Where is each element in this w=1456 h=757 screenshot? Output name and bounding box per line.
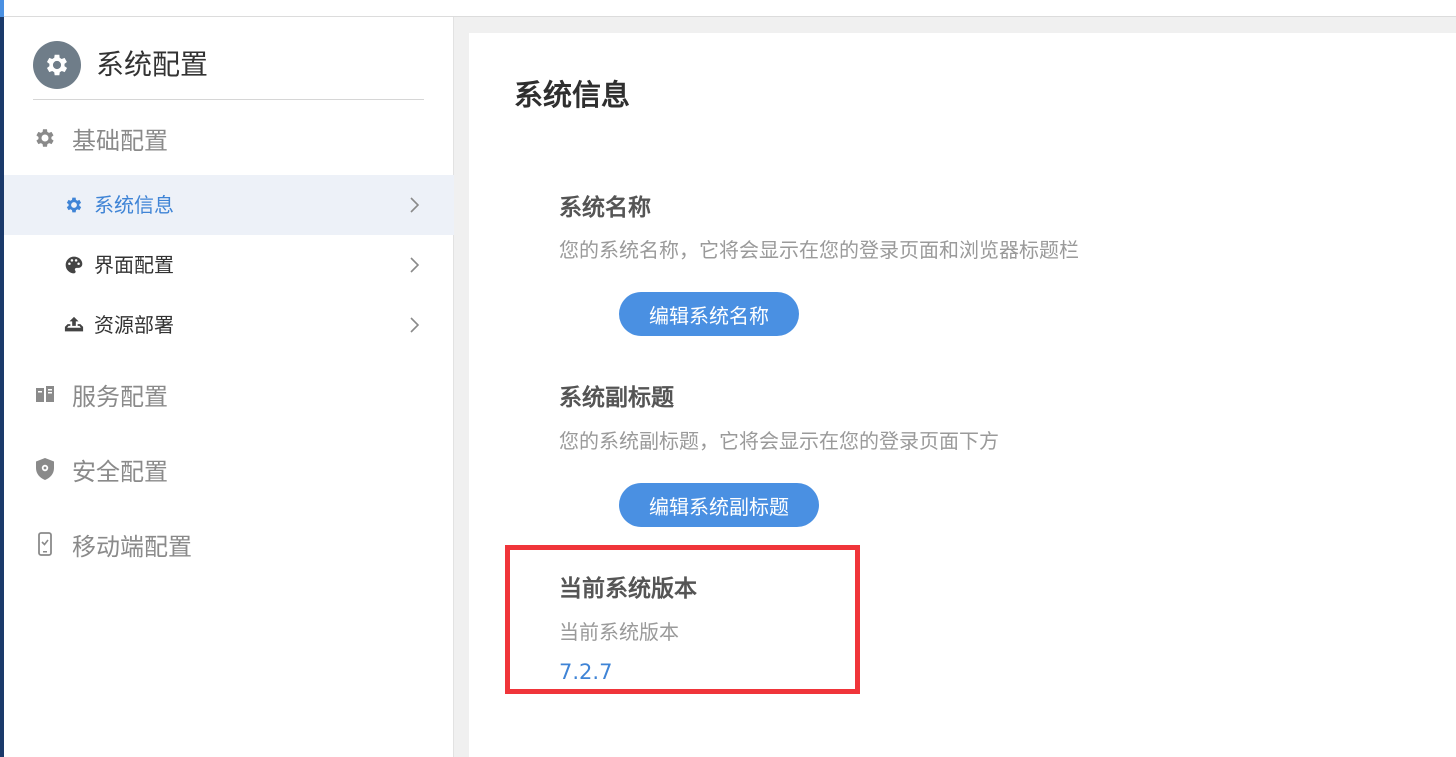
sidebar-item-ui-config[interactable]: 界面配置 bbox=[4, 235, 454, 295]
sidebar-title: 系统配置 bbox=[96, 48, 209, 81]
sidebar-group-label: 服务配置 bbox=[72, 382, 168, 411]
palette-icon bbox=[62, 254, 86, 276]
top-bar bbox=[0, 0, 1456, 17]
chevron-right-icon bbox=[410, 257, 420, 273]
edit-system-subtitle-button[interactable]: 编辑系统副标题 bbox=[619, 483, 819, 527]
edit-system-name-button[interactable]: 编辑系统名称 bbox=[619, 292, 799, 336]
section-title-subtitle: 系统副标题 bbox=[559, 385, 674, 411]
sidebar-group-security[interactable]: 安全配置 bbox=[32, 449, 168, 489]
sidebar-header: 系统配置 bbox=[33, 17, 424, 100]
sidebar-item-system-info[interactable]: 系统信息 bbox=[4, 175, 454, 235]
gear-icon bbox=[62, 194, 86, 216]
upload-tray-icon bbox=[62, 314, 86, 336]
mobile-icon bbox=[32, 531, 58, 557]
highlight-box bbox=[505, 545, 860, 694]
chevron-right-icon bbox=[410, 197, 420, 213]
sidebar-item-resource-deploy[interactable]: 资源部署 bbox=[4, 295, 454, 355]
sidebar-group-basic[interactable]: 基础配置 bbox=[32, 118, 168, 158]
sidebar-group-mobile[interactable]: 移动端配置 bbox=[32, 524, 192, 564]
section-desc-system-name: 您的系统名称，它将会显示在您的登录页面和浏览器标题栏 bbox=[559, 238, 1079, 262]
page-title: 系统信息 bbox=[514, 78, 631, 112]
sidebar: 系统配置 基础配置 系统信息 界面配置 资源部署 服务配置 安全配置 移动端配置 bbox=[4, 17, 454, 757]
top-bar-accent bbox=[0, 0, 4, 17]
shield-icon bbox=[32, 456, 58, 482]
sidebar-group-label: 基础配置 bbox=[72, 126, 168, 155]
sidebar-item-label: 系统信息 bbox=[94, 193, 174, 217]
sidebar-item-label: 界面配置 bbox=[94, 253, 174, 277]
gear-icon bbox=[32, 125, 58, 151]
sidebar-item-label: 资源部署 bbox=[94, 313, 174, 337]
sidebar-group-service[interactable]: 服务配置 bbox=[32, 374, 168, 414]
gear-icon bbox=[33, 41, 81, 89]
sidebar-group-label: 移动端配置 bbox=[72, 532, 192, 561]
section-title-system-name: 系统名称 bbox=[559, 195, 651, 221]
sidebar-group-label: 安全配置 bbox=[72, 457, 168, 486]
section-desc-subtitle: 您的系统副标题，它将会显示在您的登录页面下方 bbox=[559, 429, 999, 453]
server-icon bbox=[32, 381, 58, 407]
chevron-right-icon bbox=[410, 317, 420, 333]
